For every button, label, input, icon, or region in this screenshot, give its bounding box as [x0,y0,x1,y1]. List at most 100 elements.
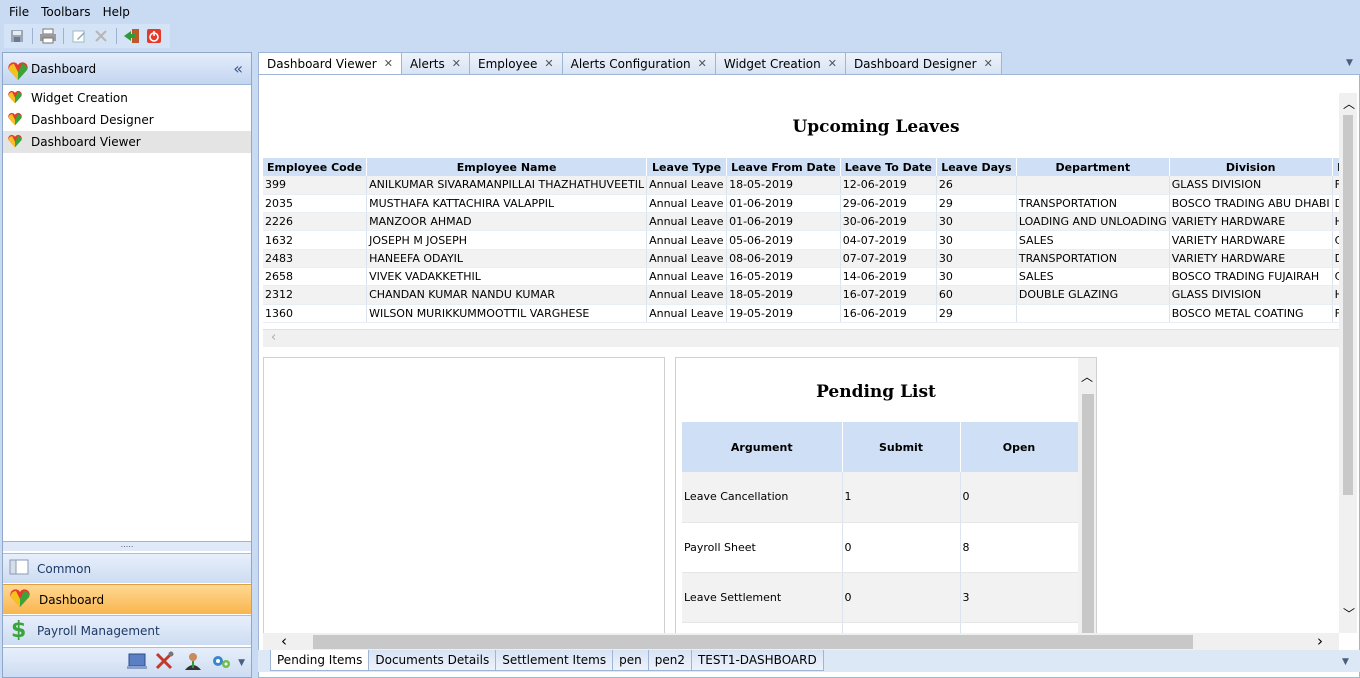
settings-icon[interactable] [210,651,232,674]
laptop-icon[interactable] [126,651,148,674]
column-header[interactable]: Leave From Date [726,158,841,176]
tab-settlement-items[interactable]: Settlement Items [495,650,614,671]
scrollbar-thumb[interactable] [1343,115,1353,495]
table-row[interactable]: 2226 MANZOOR AHMAD Annual Leave 01-06-2019 3… [263,212,1341,232]
scrollbar-thumb[interactable] [313,635,1193,649]
nav-item-dashboard-viewer[interactable]: Dashboard Viewer [3,131,251,153]
column-header[interactable]: Division [1169,158,1333,176]
tab-employee[interactable]: Employee ✕ [468,52,563,74]
chevron-down-icon[interactable]: ﹀ [1343,605,1355,622]
close-icon[interactable]: ✕ [984,57,993,70]
table-horizontal-scrollbar[interactable]: ‹ [263,329,1341,347]
column-header[interactable]: Leave To Date [840,158,937,176]
chevron-up-icon[interactable]: ︿ [1343,95,1355,112]
tab-pen2[interactable]: pen2 [647,650,692,671]
column-header[interactable]: Submit [842,422,961,472]
table-row[interactable]: 2035 MUSTHAFA KATTACHIRA VALAPPIL Annual L… [263,194,1341,214]
tab-test1-dashboard[interactable]: TEST1-DASHBOARD [690,650,824,671]
power-icon[interactable] [145,27,163,45]
menu-file[interactable]: File [5,5,33,19]
tools-icon[interactable] [154,651,176,674]
column-header[interactable]: Department [1016,158,1170,176]
table-cell: 19-05-2019 [726,304,841,323]
menu-help[interactable]: Help [99,5,134,19]
close-icon[interactable]: ✕ [544,57,553,70]
table-row[interactable]: 2312 CHANDAN KUMAR NANDU KUMAR Annual Leav… [263,285,1341,305]
nav-item-dashboard-designer[interactable]: Dashboard Designer [3,109,251,131]
chevron-left-icon[interactable]: ‹ [281,632,287,650]
chevron-left-icon[interactable]: ‹ [271,330,276,345]
table-cell: 0 [842,522,961,573]
edit-icon[interactable] [70,27,88,45]
table-cell: BOSCO TRADING ABU DHABI [1169,194,1333,214]
table-cell: 0 [842,572,961,623]
tab-pending-items[interactable]: Pending Items [270,650,370,671]
save-icon[interactable] [8,27,26,45]
widget-tab-list-dropdown-icon[interactable]: ▼ [1342,657,1349,667]
table-cell: SALES [1016,267,1170,287]
table-cell: VARIETY HARDWARE [1169,230,1333,250]
delete-icon[interactable] [92,27,110,45]
horizontal-scrollbar[interactable]: ‹ › [263,632,1339,651]
tab-pen[interactable]: pen [612,650,649,671]
table-cell: 29 [936,194,1017,214]
tab-list-dropdown-icon[interactable]: ▼ [1346,58,1353,68]
table-cell: Payroll Sheet [682,522,843,573]
user-icon[interactable] [182,651,204,674]
nav-item-widget-creation[interactable]: Widget Creation [3,87,251,109]
upcoming-leaves-table: Employee Code Employee Name Leave Type Leav… [263,158,1341,323]
table-row[interactable]: 399 ANILKUMAR SIVARAMANPILLAI THAZHATHUVE… [263,176,1341,195]
column-header[interactable]: Employee Name [366,158,648,176]
tab-alerts-configuration[interactable]: Alerts Configuration ✕ [561,52,716,74]
panel-splitter[interactable]: ..... [3,541,251,551]
vertical-scrollbar[interactable]: ︿ ﹀ [1339,93,1357,633]
pending-vertical-scrollbar[interactable]: ︿ [1078,358,1096,634]
column-header[interactable]: Argument [682,422,843,472]
module-dashboard[interactable]: Dashboard [3,584,251,614]
chevron-up-icon[interactable]: ︿ [1081,368,1093,385]
table-cell: 8 [960,522,1079,573]
tab-dashboard-designer[interactable]: Dashboard Designer ✕ [844,52,1002,74]
navigation-panel: Dashboard « Widget Creation Dashboard De… [2,52,252,678]
table-cell: Annual Leave [646,285,728,305]
table-cell [1016,304,1170,323]
column-header[interactable]: Leave Days [936,158,1017,176]
module-payroll-management[interactable]: $ Payroll Management [3,615,251,645]
print-icon[interactable] [39,27,57,45]
table-row[interactable]: Payroll Sheet 0 8 [682,522,1079,573]
chevron-right-icon[interactable]: › [1317,632,1323,650]
table-cell: 30 [936,267,1017,287]
tab-label: pen2 [654,653,685,667]
table-cell: 12-06-2019 [840,176,937,195]
widget-title: Pending List [816,382,936,402]
table-cell: 2312 [263,285,368,305]
column-header[interactable]: Open [960,422,1079,472]
scrollbar-thumb[interactable] [1082,394,1094,634]
module-label: Common [37,561,92,576]
widget-title: Upcoming Leaves [792,117,960,137]
table-row[interactable]: 2483 HANEEFA ODAYIL Annual Leave 08-06-2019… [263,249,1341,268]
column-header[interactable]: Leave Type [646,158,728,176]
tab-dashboard-viewer[interactable]: Dashboard Viewer ✕ [258,52,402,74]
close-icon[interactable]: ✕ [828,57,837,70]
table-row[interactable]: Leave Cancellation 1 0 [682,472,1079,523]
collapse-icon[interactable]: « [233,59,243,78]
table-row[interactable]: 2658 VIVEK VADAKKETHIL Annual Leave 16-05-2… [263,267,1341,287]
tab-widget-creation[interactable]: Widget Creation ✕ [714,52,846,74]
close-icon[interactable]: ✕ [698,57,707,70]
tab-documents-details[interactable]: Documents Details [368,650,497,671]
tab-alerts[interactable]: Alerts ✕ [400,52,470,74]
close-icon[interactable]: ✕ [384,57,393,70]
tab-label: TEST1-DASHBOARD [697,653,817,667]
dashboard-viewer-icon [7,134,25,150]
module-common[interactable]: Common [3,553,251,583]
table-row[interactable]: Leave Settlement 0 3 [682,572,1079,623]
column-header[interactable]: Employee Code [263,158,368,176]
exit-icon[interactable] [123,27,141,45]
table-row[interactable]: 1632 JOSEPH M JOSEPH Annual Leave 05-06-201… [263,230,1341,250]
menu-toolbars[interactable]: Toolbars [37,5,94,19]
table-cell: JOSEPH M JOSEPH [366,230,648,250]
chevron-down-icon[interactable]: ▼ [238,658,245,668]
table-row[interactable]: 1360 WILSON MURIKKUMMOOTTIL VARGHESE Annua… [263,304,1341,323]
close-icon[interactable]: ✕ [452,57,461,70]
